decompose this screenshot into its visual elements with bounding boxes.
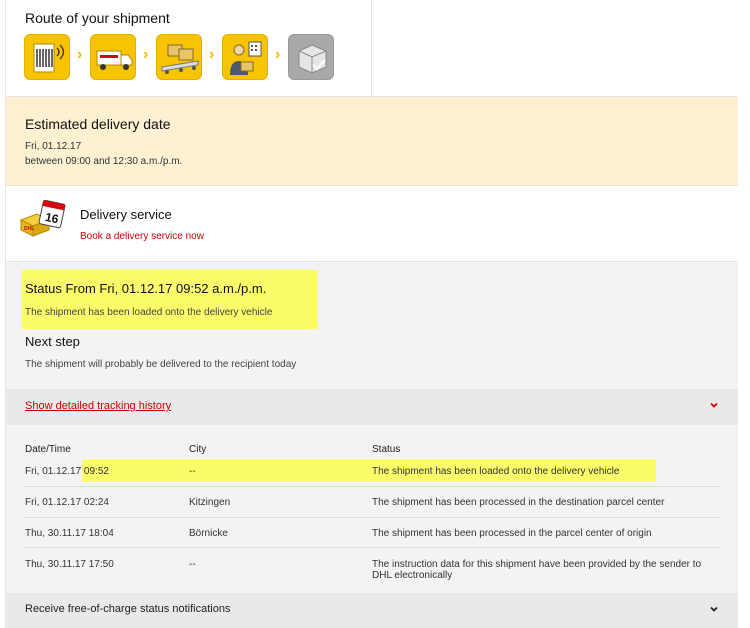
column-header-datetime: Date/Time <box>25 444 71 455</box>
table-row: Fri, 01.12.17 02:24 Kitzingen The shipme… <box>25 487 719 518</box>
status-title: Status From Fri, 01.12.17 09:52 a.m./p.m… <box>25 281 267 296</box>
row-city: -- <box>189 559 196 570</box>
chevron-right-icon: › <box>209 46 215 63</box>
row-datetime: Thu, 30.11.17 17:50 <box>25 559 114 570</box>
truck-icon <box>90 34 136 80</box>
tracking-history-toggle[interactable]: Show detailed tracking history <box>6 389 738 425</box>
row-city: Börnicke <box>189 528 228 539</box>
estimated-delivery-title: Estimated delivery date <box>25 116 171 132</box>
route-side-panel <box>372 0 738 97</box>
tracking-history-table: Date/Time City Status Fri, 01.12.17 09:5… <box>6 425 738 593</box>
table-row: Thu, 30.11.17 17:50 -- The instruction d… <box>25 548 719 593</box>
row-datetime: Fri, 01.12.17 09:52 <box>25 466 109 477</box>
svg-text:DHL: DHL <box>24 226 34 232</box>
status-notifications-toggle[interactable]: Receive free-of-charge status notificati… <box>6 593 738 628</box>
row-city: -- <box>189 466 196 477</box>
chevron-right-icon: › <box>275 46 281 63</box>
current-status: Status From Fri, 01.12.17 09:52 a.m./p.m… <box>6 262 738 389</box>
chevron-right-icon: › <box>77 46 83 63</box>
route-title: Route of your shipment <box>25 10 170 26</box>
table-row: Fri, 01.12.17 09:52 -- The shipment has … <box>25 461 719 487</box>
row-status: The instruction data for this shipment h… <box>372 559 702 581</box>
parcel-conveyor-icon <box>156 34 202 80</box>
column-header-city: City <box>189 444 207 455</box>
barcode-scan-icon <box>24 34 70 80</box>
next-step-title: Next step <box>25 334 80 349</box>
row-status: The shipment has been processed in the p… <box>372 528 652 539</box>
status-highlight <box>22 270 318 329</box>
shipment-route: Route of your shipment › › › › <box>6 0 372 97</box>
chevron-down-icon[interactable] <box>708 603 720 615</box>
estimated-delivery: Estimated delivery date Fri, 01.12.17 be… <box>6 97 738 186</box>
show-tracking-history-link[interactable]: Show detailed tracking history <box>25 400 171 412</box>
row-datetime: Thu, 30.11.17 18:04 <box>25 528 114 539</box>
row-city: Kitzingen <box>189 497 231 508</box>
row-status: The shipment has been processed in the d… <box>372 497 665 508</box>
next-step-text: The shipment will probably be delivered … <box>25 359 297 370</box>
row-datetime: Fri, 01.12.17 02:24 <box>25 497 109 508</box>
courier-icon <box>222 34 268 80</box>
status-notifications-label[interactable]: Receive free-of-charge status notificati… <box>25 603 230 615</box>
table-row: Thu, 30.11.17 18:04 Börnicke The shipmen… <box>25 518 719 548</box>
calendar-parcel-icon: DHL 16 <box>19 199 67 240</box>
delivery-service-title: Delivery service <box>80 207 172 222</box>
status-text: The shipment has been loaded onto the de… <box>25 307 273 318</box>
book-delivery-service-link[interactable]: Book a delivery service now <box>80 231 204 242</box>
delivery-service: DHL 16 Delivery service Book a delivery … <box>6 186 738 262</box>
column-header-status: Status <box>372 444 401 455</box>
row-status: The shipment has been loaded onto the de… <box>372 466 620 477</box>
estimated-delivery-date: Fri, 01.12.17 <box>25 141 82 152</box>
delivered-box-icon <box>288 34 334 80</box>
estimated-delivery-window: between 09:00 and 12:30 a.m./p.m. <box>25 156 183 167</box>
tracking-panel: Route of your shipment › › › › Estimated… <box>5 0 738 628</box>
chevron-down-icon[interactable] <box>708 399 720 411</box>
chevron-right-icon: › <box>143 46 149 63</box>
